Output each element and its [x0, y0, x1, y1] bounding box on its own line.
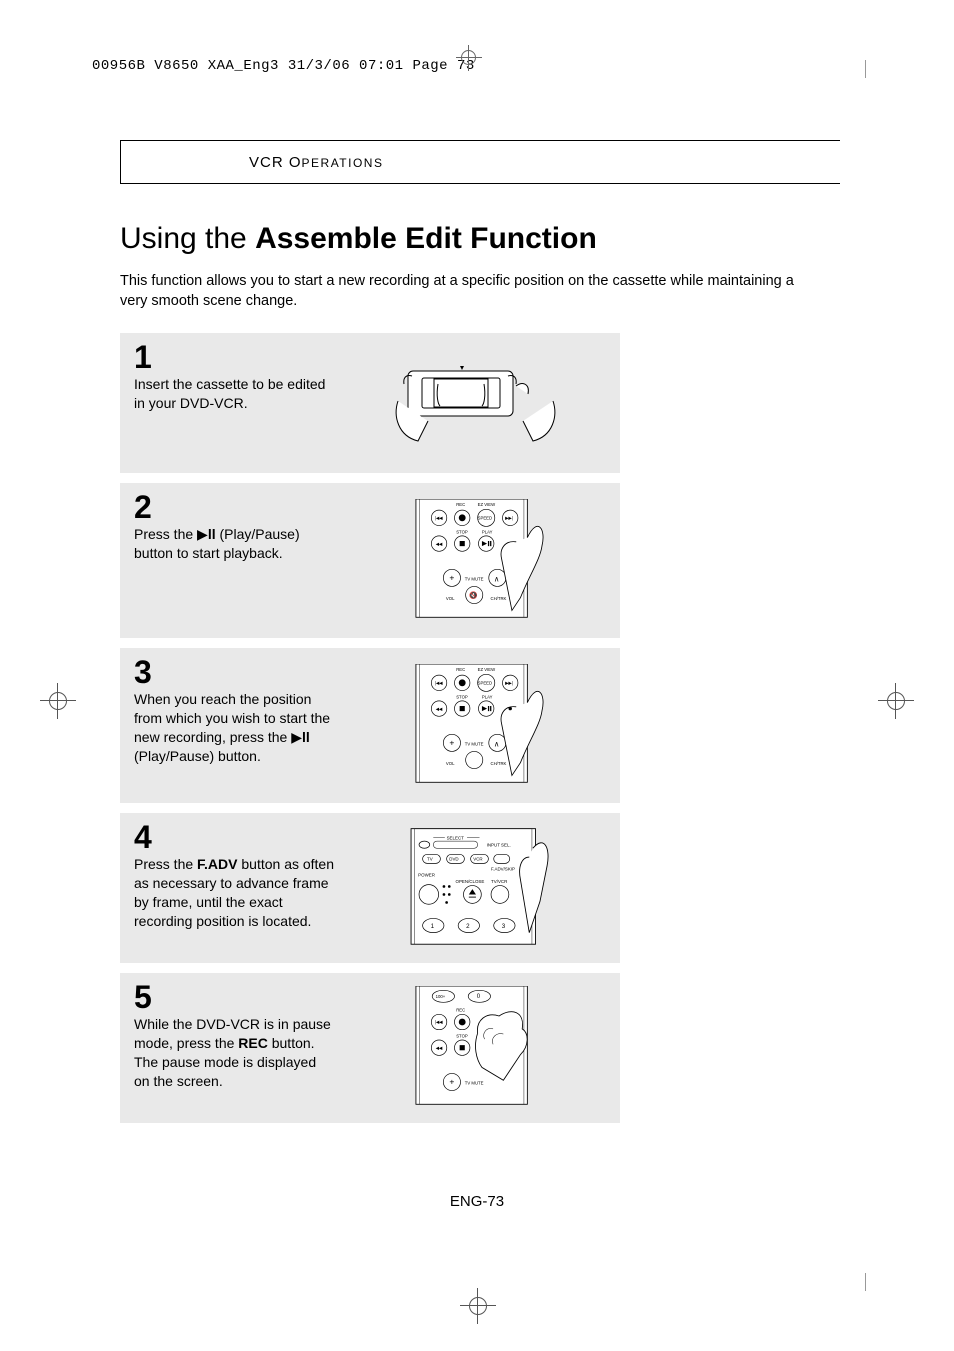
- play-pause-icon: ▶ll: [291, 729, 310, 745]
- svg-text:PLAY: PLAY: [481, 694, 492, 699]
- crop-mark: [456, 45, 482, 71]
- svg-text:🔇: 🔇: [469, 590, 478, 599]
- svg-text:|◀◀: |◀◀: [434, 515, 442, 520]
- step-3: 3 When you reach the position from which…: [120, 648, 620, 803]
- svg-text:TV/VCR: TV/VCR: [491, 879, 507, 884]
- step-number: 3: [134, 656, 334, 688]
- steps-container: 1 Insert the cassette to be edited in yo…: [120, 333, 620, 1123]
- svg-text:F.ADV/SKIP: F.ADV/SKIP: [491, 867, 515, 872]
- remote-rec-illustration: 100+ 0 REC |◀◀ STOP ◀◀ ▶▶ + TV MUTE: [388, 986, 563, 1106]
- registration-mark: [460, 1288, 496, 1324]
- print-metadata: 00956B V8650 XAA_Eng3 31/3/06 07:01 Page…: [92, 58, 475, 74]
- svg-text:CH/TRK: CH/TRK: [490, 761, 506, 766]
- svg-text:|◀◀: |◀◀: [434, 680, 442, 685]
- step-text: While the DVD-VCR is in pause mode, pres…: [134, 1015, 334, 1091]
- cassette-insert-illustration: [388, 341, 563, 461]
- svg-text:+: +: [449, 1077, 454, 1087]
- step-number: 1: [134, 341, 334, 373]
- svg-text:OPEN/CLOSE: OPEN/CLOSE: [455, 879, 484, 884]
- svg-text:TV MUTE: TV MUTE: [464, 1081, 483, 1086]
- registration-mark: [40, 683, 76, 719]
- trim-line: [865, 60, 866, 78]
- remote-pause-illustration: |◀◀ REC SPEED EZ VIEW ▶▶| STOP PLAY ◀◀ +…: [388, 664, 563, 784]
- svg-text:TV MUTE: TV MUTE: [464, 576, 483, 581]
- remote-fadv-illustration: SELECT INPUT SEL. TV DVD VCR F.ADV/SKIP …: [388, 826, 563, 946]
- svg-text:SPEED: SPEED: [477, 680, 491, 685]
- svg-text:3: 3: [501, 923, 505, 930]
- svg-text:VOL: VOL: [445, 761, 454, 766]
- svg-text:∧: ∧: [493, 739, 499, 748]
- step-number: 4: [134, 821, 334, 853]
- svg-text:STOP: STOP: [456, 694, 468, 699]
- step-2: 2 Press the ▶ll (Play/Pause) button to s…: [120, 483, 620, 638]
- svg-text:VCR: VCR: [473, 857, 482, 862]
- step-text: Press the ▶ll (Play/Pause) button to sta…: [134, 525, 334, 563]
- step-number: 5: [134, 981, 334, 1013]
- svg-text:◀◀: ◀◀: [435, 706, 442, 711]
- page-body: VCR OPERATIONS Using the Assemble Edit F…: [120, 140, 840, 1133]
- svg-text:100+: 100+: [435, 994, 445, 999]
- svg-text:TV: TV: [427, 857, 433, 862]
- remote-play-illustration: |◀◀ REC SPEED EZ VIEW ▶▶| STOP PLAY ◀◀ +…: [388, 499, 563, 619]
- section-header: VCR OPERATIONS: [120, 140, 840, 184]
- page-number: ENG-73: [0, 1193, 954, 1210]
- svg-text:◀◀: ◀◀: [435, 541, 442, 546]
- svg-text:▶▶|: ▶▶|: [505, 515, 513, 520]
- step-text: When you reach the position from which y…: [134, 690, 334, 766]
- svg-text:PLAY: PLAY: [481, 529, 492, 534]
- intro-paragraph: This function allows you to start a new …: [120, 272, 820, 311]
- title-prefix: Using the: [120, 222, 255, 255]
- svg-text:POWER: POWER: [418, 873, 435, 878]
- svg-text:STOP: STOP: [456, 1034, 468, 1039]
- svg-text:▶▶|: ▶▶|: [505, 680, 513, 685]
- svg-text:REC: REC: [456, 666, 465, 671]
- svg-text:SPEED: SPEED: [477, 515, 491, 520]
- svg-text:+: +: [449, 737, 454, 747]
- svg-text:DVD: DVD: [449, 857, 458, 862]
- svg-text:INPUT SEL.: INPUT SEL.: [486, 843, 510, 848]
- svg-text:STOP: STOP: [456, 529, 468, 534]
- svg-text:1: 1: [430, 923, 434, 930]
- svg-text:REC: REC: [456, 501, 465, 506]
- step-4: 4 Press the F.ADV button as often as nec…: [120, 813, 620, 963]
- step-1: 1 Insert the cassette to be edited in yo…: [120, 333, 620, 473]
- step-text: Press the F.ADV button as often as neces…: [134, 855, 334, 931]
- step-5: 5 While the DVD-VCR is in pause mode, pr…: [120, 973, 620, 1123]
- svg-text:∧: ∧: [493, 574, 499, 583]
- play-pause-icon: ▶ll: [197, 526, 216, 542]
- trim-line: [865, 1273, 866, 1291]
- svg-text:|◀◀: |◀◀: [434, 1020, 442, 1025]
- svg-text:CH/TRK: CH/TRK: [490, 596, 506, 601]
- section-label: VCR OPERATIONS: [249, 154, 383, 171]
- step-number: 2: [134, 491, 334, 523]
- page-title: Using the Assemble Edit Function: [120, 222, 840, 256]
- svg-text:EZ VIEW: EZ VIEW: [477, 666, 496, 671]
- step-text: Insert the cassette to be edited in your…: [134, 375, 334, 413]
- svg-text:+: +: [449, 572, 454, 582]
- svg-text:TV MUTE: TV MUTE: [464, 741, 483, 746]
- svg-text:◀◀: ◀◀: [435, 1046, 442, 1051]
- title-main: Assemble Edit Function: [255, 222, 597, 255]
- svg-text:SELECT: SELECT: [446, 835, 464, 840]
- svg-text:REC: REC: [456, 1008, 465, 1013]
- svg-text:2: 2: [466, 923, 470, 930]
- svg-text:VOL: VOL: [445, 596, 454, 601]
- svg-text:EZ VIEW: EZ VIEW: [477, 501, 496, 506]
- registration-mark: [878, 683, 914, 719]
